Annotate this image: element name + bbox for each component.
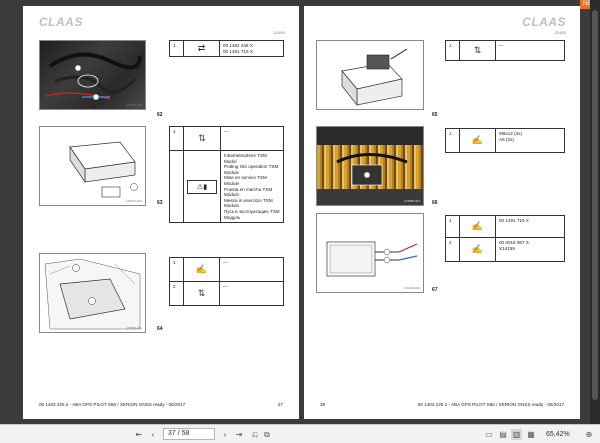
step-number: 1: [169, 39, 184, 58]
figure-64-image-code: 103589-001: [125, 326, 142, 330]
page-code: 12/4/00: [554, 31, 566, 35]
page-38: CLAAS 12/4/00 65 1 ⇅ — 103588-001 66 1 ✍…: [304, 6, 580, 419]
part-number: X14159: [499, 245, 515, 251]
footer-page-number: 38: [320, 402, 326, 407]
step-text: Putting into operation TSM Module: [224, 164, 279, 175]
page-number-input[interactable]: 37 / 58: [163, 428, 215, 440]
step-number: [169, 149, 184, 224]
step-number: 2: [169, 281, 184, 306]
figure-64-illustration: 103589-001: [39, 253, 146, 333]
figure-67-illustration: 149418-002: [316, 213, 424, 293]
claas-logo: CLAAS: [39, 15, 83, 29]
warning-manual-icon: ⚠▮: [187, 179, 217, 194]
table-row: ⚠▮ Inbetriebnahme TSM Modul Putting into…: [169, 149, 284, 224]
step-number: 1: [445, 215, 460, 238]
figure-62-number: 62: [157, 112, 163, 118]
table-row: 1 ⇅ —: [169, 126, 284, 151]
table-row: 1 ✍ 00 1491 719 X: [445, 215, 565, 238]
table-row: 1 ⇄ 00 1482 448 X 00 1491 719 X: [169, 39, 284, 58]
step-number: 1: [169, 257, 184, 282]
fastener-spec: A6 (2x): [499, 136, 514, 142]
cable-connector-icon: ⇄: [197, 43, 206, 54]
step-number: 1: [445, 40, 460, 61]
back-icon[interactable]: ⎌: [250, 429, 260, 440]
step-number: 1: [169, 126, 184, 151]
connect-icon: ⇅: [198, 133, 206, 143]
continuous-view-icon[interactable]: ▤: [498, 429, 508, 440]
step-text: Inbetriebnahme TSM Modul: [224, 153, 267, 164]
step-text: —: [499, 43, 504, 48]
step-text: —: [223, 284, 228, 289]
figure-62-photo: 103590-001: [39, 40, 146, 110]
zoom-level[interactable]: 65,42%: [546, 429, 570, 440]
last-page-button[interactable]: ⇥: [234, 429, 244, 440]
wrench-icon: ✍: [195, 264, 208, 274]
figure-67-image-code: 149418-002: [403, 286, 420, 290]
figure-66-image-code: 103588-001: [403, 199, 420, 203]
page-37: CLAAS 12/4/00 103590-001 62 1 ⇄ 00 1482 …: [23, 6, 299, 419]
part-number: 00 1491 719 X: [499, 218, 529, 223]
figure-63-illustration: 149417-002: [39, 126, 146, 206]
figure-66-steps-table: 1 ✍ M6x12 (2x) A6 (2x): [445, 128, 565, 153]
step-text: Messa in esercizio TSM Modulo: [224, 197, 273, 209]
previous-page-button[interactable]: ‹: [148, 429, 158, 440]
step-number: 2: [445, 237, 460, 262]
single-page-view-icon[interactable]: ▭: [484, 429, 494, 440]
footer-document-title: 00 1403 225 2 - ABA GPS PILOT S66 / XERI…: [39, 402, 186, 407]
first-page-button[interactable]: ⇤: [134, 429, 144, 440]
two-page-continuous-icon[interactable]: ▦: [526, 429, 536, 440]
step-number: 1: [445, 128, 460, 153]
table-row: 2 ✍ 00 0016 087 X X14159: [445, 237, 565, 262]
table-row: 2 ⇅ —: [169, 281, 284, 306]
table-row: 1 ⇅ —: [445, 40, 565, 61]
figure-64-number: 64: [157, 326, 163, 332]
step-text: Mise en service TSM Module: [224, 175, 267, 186]
two-page-view-icon[interactable]: ▥: [511, 429, 522, 440]
wrench-icon: ✍: [471, 244, 484, 254]
page-code: 12/4/00: [273, 31, 285, 35]
wrench-icon: ✍: [471, 221, 484, 231]
step-text: —: [223, 260, 228, 265]
step-text: —: [224, 129, 229, 134]
figure-63-steps-table: 1 ⇅ — ⚠▮ Inbetriebnahme TSM Modul Puttin…: [169, 126, 284, 224]
part-number: 00 1491 719 X: [223, 48, 253, 54]
figure-65-illustration: [316, 40, 424, 110]
figure-67-number: 67: [432, 287, 438, 293]
scrollbar-thumb[interactable]: [592, 10, 598, 400]
connect-icon: ⇅: [197, 288, 206, 298]
claas-logo: CLAAS: [522, 15, 566, 29]
next-page-button[interactable]: ›: [220, 429, 230, 440]
step-text: Puesta en marcha TSM Módulo: [224, 186, 273, 198]
footer-page-number: 37: [277, 402, 283, 407]
figure-63-number: 63: [157, 200, 163, 206]
table-row: 1 ✍ M6x12 (2x) A6 (2x): [445, 128, 565, 153]
figure-63-image-code: 149417-002: [125, 199, 142, 203]
connect-icon: ⇅: [473, 45, 482, 55]
figure-64-steps-table: 1 ✍ — 2 ⇅ —: [169, 257, 284, 306]
figure-67-steps-table: 1 ✍ 00 1491 719 X 2 ✍ 00 0016 087 X X141…: [445, 215, 565, 262]
zoom-dropdown-icon[interactable]: ⊕: [584, 429, 594, 440]
footer-document-title: 00 1403 225 2 - ABA GPS PILOT S66 / XERI…: [417, 402, 564, 407]
step-text: Пуск в эксплуатацию TSM Модуль: [224, 208, 280, 220]
figure-65-steps-table: 1 ⇅ —: [445, 40, 565, 61]
figure-66-number: 66: [432, 200, 438, 206]
figure-66-photo: 103588-001: [316, 126, 424, 206]
vertical-scrollbar[interactable]: [590, 0, 600, 424]
viewer-toolbar: ⇤ ‹ 37 / 58 › ⇥ ⎌ ⧉ ▭ ▤ ▥ ▦ 65,42% ⊕: [0, 424, 600, 443]
table-row: 1 ✍ —: [169, 257, 284, 282]
document-viewport[interactable]: NEW CLAAS 12/4/00 103590-001 62 1 ⇄: [0, 0, 600, 424]
figure-62-steps-table: 1 ⇄ 00 1482 448 X 00 1491 719 X: [169, 39, 284, 58]
wrench-icon: ✍: [471, 135, 484, 145]
figure-62-image-code: 103590-001: [125, 103, 142, 107]
figure-65-number: 65: [432, 112, 438, 118]
forward-icon[interactable]: ⧉: [262, 429, 272, 440]
